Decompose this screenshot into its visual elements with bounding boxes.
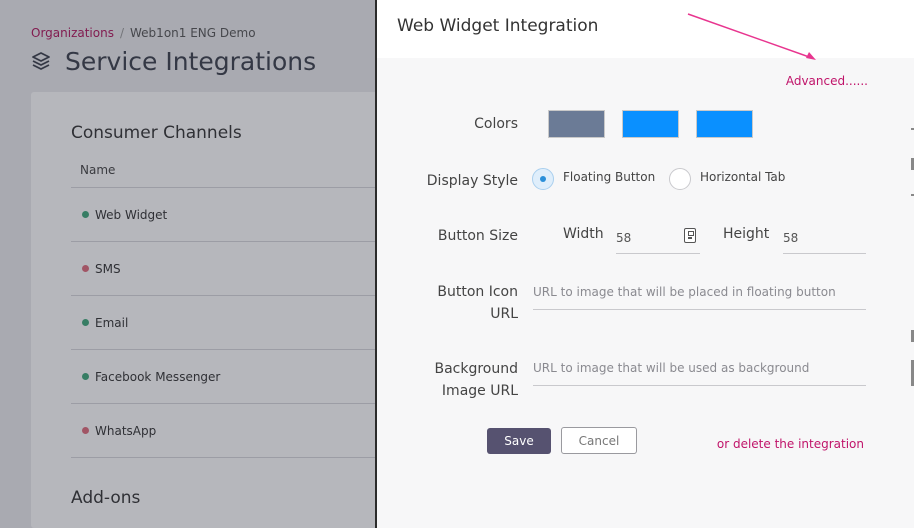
width-stepper-icon[interactable] [684,228,696,243]
radio-floating-button[interactable] [532,168,554,190]
display-style-label: Display Style [426,173,518,189]
height-label: Height [723,226,770,242]
modal-header: Web Widget Integration [377,0,914,58]
height-input[interactable] [783,228,866,254]
radio-horizontal-tab[interactable] [669,168,691,190]
advanced-link[interactable]: Advanced...... [786,74,868,88]
background-image-url-label: Background Image URL [418,358,518,402]
button-icon-url-label-line1: Button Icon [437,284,518,300]
modal-title: Web Widget Integration [397,16,599,36]
radio-floating-button-label[interactable]: Floating Button [563,170,655,184]
color-swatch-1[interactable] [548,110,605,138]
right-edge-partial-content [900,58,914,528]
cancel-button[interactable]: Cancel [561,427,637,454]
radio-horizontal-tab-label[interactable]: Horizontal Tab [700,170,785,184]
background-image-url-input[interactable] [533,359,866,386]
delete-integration-link[interactable]: or delete the integration [717,437,864,451]
color-swatch-2[interactable] [622,110,679,138]
button-size-label: Button Size [437,228,518,244]
button-icon-url-label: Button Icon URL [418,281,518,325]
button-icon-url-label-line2: URL [490,306,518,322]
background-image-url-label-line2: Image URL [441,383,518,399]
background-image-url-label-line1: Background [434,361,518,377]
save-button[interactable]: Save [487,428,551,454]
color-swatch-3[interactable] [696,110,753,138]
button-icon-url-input[interactable] [533,282,866,310]
width-label: Width [563,226,604,242]
colors-label: Colors [474,116,518,132]
